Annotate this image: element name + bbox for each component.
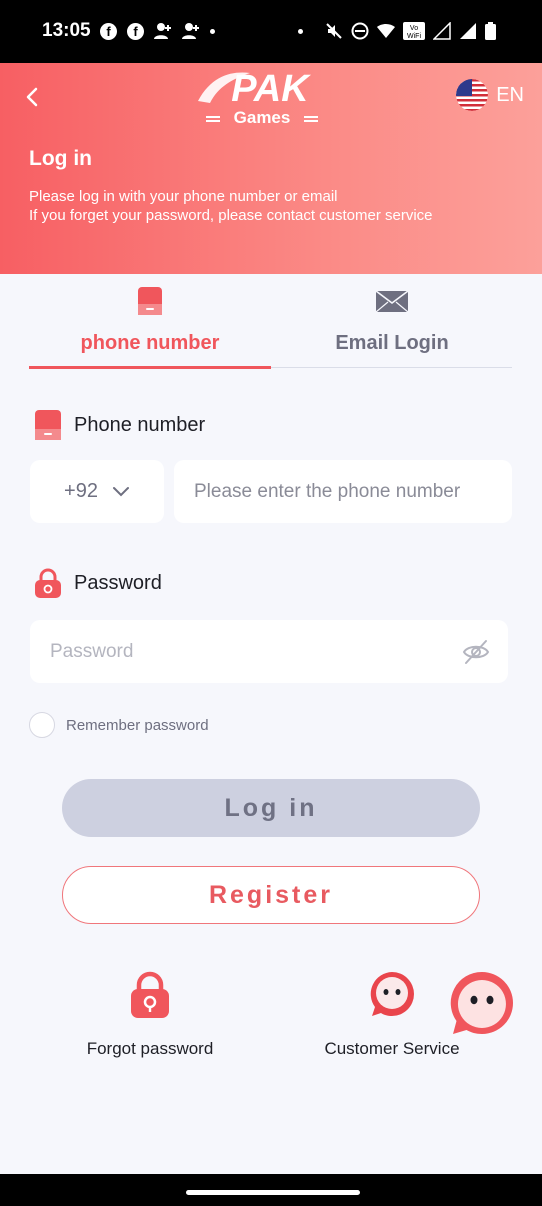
back-arrow-icon[interactable] (20, 83, 44, 111)
svg-text:Games: Games (234, 108, 291, 127)
lock-icon (35, 568, 61, 598)
signal-icon (460, 23, 476, 39)
dot-icon (298, 28, 303, 34)
forgot-password-label: Forgot password (86, 1039, 214, 1058)
language-selector[interactable]: EN (456, 79, 524, 111)
wifi-icon (377, 24, 395, 38)
instruction-line-1: Please log in with your phone number or … (29, 188, 338, 205)
password-label-text: Password (74, 571, 162, 594)
more-notifications-dot (210, 28, 215, 34)
login-button[interactable]: Log in (62, 779, 480, 837)
country-code-select[interactable]: +92 (30, 460, 164, 523)
pak-games-logo: PAK Games (198, 68, 318, 127)
vowifi-icon: VoWiFi (403, 22, 425, 40)
floating-support-icon[interactable] (448, 970, 516, 1036)
system-icons: Vo WiFi (298, 22, 496, 40)
tab-phone-number[interactable]: phone number (29, 286, 271, 369)
language-code: EN (496, 83, 524, 106)
password-input[interactable] (30, 620, 450, 683)
tab-email-login[interactable]: Email Login (271, 286, 513, 368)
us-flag-icon (456, 79, 489, 111)
remember-password-checkbox[interactable] (29, 712, 55, 738)
phone-number-input[interactable] (174, 460, 512, 523)
chevron-down-icon (112, 486, 129, 496)
login-header: PAK Games EN Log in Please log in with y… (0, 63, 542, 274)
login-instructions: Please log in with your phone number or … (29, 187, 433, 225)
login-method-tabs: phone number Email Login (29, 286, 513, 369)
password-field (30, 620, 508, 683)
signal-icon (433, 22, 451, 40)
instruction-line-2: If you forget your password, please cont… (29, 207, 433, 224)
password-label: Password (34, 568, 162, 598)
active-tab-indicator (29, 366, 271, 369)
svg-text:Vo: Vo (410, 25, 418, 32)
phone-icon (35, 410, 61, 440)
notification-icons: f f (100, 22, 215, 40)
svg-text:WiFi: WiFi (407, 33, 421, 40)
eye-off-icon[interactable] (462, 639, 490, 665)
customer-service-label: Customer Service (324, 1039, 460, 1058)
person-add-icon (182, 23, 199, 39)
tab-label-phone: phone number (80, 332, 220, 354)
page-title: Log in (29, 147, 92, 170)
mute-icon (326, 23, 342, 39)
phone-icon (138, 287, 162, 315)
chat-bubble-icon (370, 972, 414, 1016)
battery-icon (485, 22, 496, 40)
register-button[interactable]: Register (62, 866, 480, 924)
status-time: 13:05 (42, 20, 91, 41)
lock-icon (131, 971, 169, 1018)
forgot-password-action[interactable]: Forgot password (70, 970, 230, 1059)
phone-number-label: Phone number (34, 410, 205, 440)
phone-number-label-text: Phone number (74, 413, 206, 436)
person-add-icon (154, 23, 171, 39)
remember-password-label: Remember password (66, 716, 209, 734)
remember-password-row[interactable]: Remember password (29, 712, 209, 738)
system-nav-bar (0, 1174, 542, 1206)
tab-label-email: Email Login (335, 332, 449, 354)
dnd-icon (351, 22, 369, 40)
facebook-icon: f (100, 22, 117, 40)
mail-icon (375, 290, 409, 313)
facebook-icon: f (127, 22, 144, 40)
status-bar: 13:05 f f Vo WiFi (0, 0, 542, 63)
country-code-value: +92 (64, 480, 98, 502)
home-gesture-handle[interactable] (186, 1190, 360, 1195)
